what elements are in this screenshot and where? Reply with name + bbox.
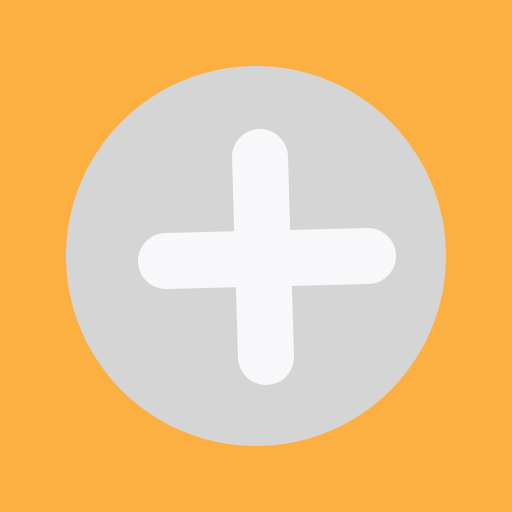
plus-icon-horizontal-stroke [138, 228, 396, 289]
add-icon-tile[interactable] [0, 0, 512, 512]
plus-icon-graphic [0, 0, 512, 512]
